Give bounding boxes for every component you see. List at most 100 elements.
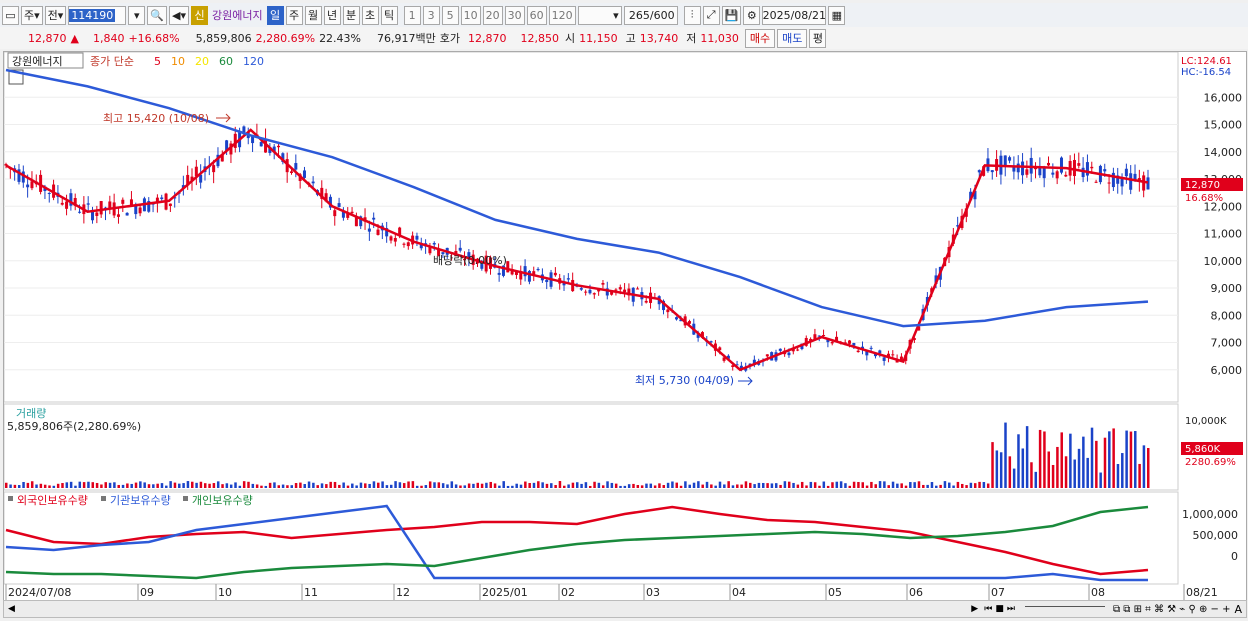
tick-5[interactable]: 5 <box>441 5 459 25</box>
candle-body <box>545 279 549 283</box>
volume-bar <box>1112 428 1115 488</box>
volume-bar <box>212 483 216 488</box>
candle-body <box>1047 162 1051 166</box>
volume-bar <box>277 485 281 488</box>
tick-60[interactable]: 60 <box>526 5 547 25</box>
volume-bar <box>1082 436 1085 488</box>
candle-body <box>1042 167 1046 179</box>
tick-3[interactable]: 3 <box>422 5 440 25</box>
interval-day[interactable]: 일 <box>266 5 284 25</box>
interval-year[interactable]: 년 <box>323 5 341 25</box>
save-icon[interactable]: 💾 <box>721 5 742 25</box>
candle-body <box>666 309 670 313</box>
volume-bar <box>744 481 748 488</box>
rewind-icon[interactable]: ⏮ <box>984 604 992 614</box>
speaker-icon[interactable]: ◀▾ <box>169 5 189 25</box>
avg-button[interactable]: 평 <box>809 28 827 48</box>
volume-bar <box>545 483 549 488</box>
type-select[interactable]: 전 ▾ <box>44 5 67 25</box>
candle-body <box>1059 157 1063 173</box>
volume-bar <box>900 483 903 488</box>
interval-second[interactable]: 초 <box>361 5 379 25</box>
search-icon[interactable]: 🔍 <box>147 5 168 25</box>
buy-button[interactable]: 매수 <box>744 28 776 48</box>
volume-bar <box>69 481 73 488</box>
candle-body <box>60 202 64 205</box>
candle-body <box>337 203 341 207</box>
scrollbar[interactable]: ◀ ▶ ⏮ ■ ⏭ ⧉ ⧉ ⊞ ⌗ ⌘ ⚒ ⌁ ⚲ ⊕ − + A <box>3 600 1247 618</box>
candle-body <box>290 171 293 174</box>
price-tick-11,000: 11,000 <box>1204 228 1243 241</box>
interval-month[interactable]: 월 <box>304 5 322 25</box>
window-icon[interactable]: ▭ <box>2 5 19 25</box>
zoom-slider[interactable] <box>1024 606 1105 612</box>
volume-bar <box>126 483 129 488</box>
volume-bar <box>411 481 415 488</box>
tick-120[interactable]: 120 <box>548 5 576 25</box>
volume-bar <box>550 483 553 488</box>
low-label: 저 <box>686 32 697 45</box>
holdings-legend-marker <box>8 496 13 501</box>
candle-body <box>553 272 557 276</box>
volume-bar <box>1077 448 1081 488</box>
period-select[interactable]: 주 ▾ <box>21 5 43 25</box>
stop-icon[interactable]: ■ <box>995 604 1004 614</box>
compare-icon[interactable]: ⤢ <box>702 5 720 25</box>
date-input[interactable]: 2025/08/21 <box>762 5 827 25</box>
code-value: 114190 <box>69 8 116 22</box>
price-tick-14,000: 14,000 <box>1204 146 1243 159</box>
volume-bar <box>104 482 107 488</box>
candle-body <box>1064 174 1068 177</box>
volume-bar <box>1125 430 1128 488</box>
volume-bar <box>82 482 86 488</box>
open-value: 11,150 <box>579 31 618 45</box>
volume-bar <box>597 482 601 488</box>
interval-tick[interactable]: 틱 <box>380 5 398 25</box>
count-input[interactable]: 265/600 <box>623 5 678 25</box>
scroll-right-icon[interactable]: ▶ <box>971 604 978 614</box>
tick-custom-select[interactable]: ▾ <box>577 5 622 25</box>
volume-bar <box>632 483 635 488</box>
volume-bar <box>234 482 237 488</box>
volume-bar <box>610 482 614 488</box>
scroll-left-icon[interactable]: ◀ <box>8 604 15 614</box>
volume-bar <box>701 484 704 488</box>
interval-minute[interactable]: 분 <box>342 5 360 25</box>
volume-bar <box>273 482 276 488</box>
candle-icon[interactable]: ⫶ <box>683 5 701 25</box>
candle-body <box>1025 169 1029 175</box>
volume-bar <box>588 485 592 488</box>
candle-body <box>372 217 376 220</box>
volume-bar <box>13 484 17 488</box>
volume-bar <box>658 483 661 488</box>
gear-icon[interactable]: ⚙ <box>743 5 761 25</box>
interval-week[interactable]: 주 <box>285 5 303 25</box>
code-input[interactable]: 114190 <box>68 5 127 25</box>
tick-10[interactable]: 10 <box>460 5 481 25</box>
volume-bar <box>312 482 315 488</box>
tools-icon[interactable]: ⧉ ⧉ ⊞ ⌗ ⌘ ⚒ ⌁ ⚲ ⊕ − + <box>1113 604 1231 615</box>
volume-bar <box>1017 434 1020 488</box>
calendar-icon[interactable]: ▦ <box>828 5 846 25</box>
forward-icon[interactable]: ⏭ <box>1007 604 1015 614</box>
quote-bar: 12,870 ▲ 1,840 +16.68% 5,859,806 2,280.6… <box>0 27 1248 49</box>
volume-bar <box>718 481 722 488</box>
candle-body <box>584 291 588 293</box>
volume-bar <box>787 481 791 488</box>
holdings-legend-marker <box>101 496 106 501</box>
font-size-icon[interactable]: A <box>1234 603 1242 616</box>
tick-1[interactable]: 1 <box>403 5 421 25</box>
volume-bar <box>1056 446 1059 488</box>
candle-body <box>1021 161 1025 176</box>
volume-bar <box>1043 431 1046 488</box>
tick-20[interactable]: 20 <box>482 5 503 25</box>
volume-bar <box>774 483 778 488</box>
tick-30[interactable]: 30 <box>504 5 525 25</box>
sell-button[interactable]: 매도 <box>777 28 808 48</box>
candle-body <box>796 349 800 351</box>
candle-body <box>592 293 596 295</box>
candle-body <box>891 354 895 356</box>
chart-area[interactable]: 16,00015,00014,00013,00012,00011,00010,0… <box>3 51 1247 603</box>
volume-bar <box>601 485 605 488</box>
code-dropdown[interactable]: ▾ <box>128 5 146 25</box>
